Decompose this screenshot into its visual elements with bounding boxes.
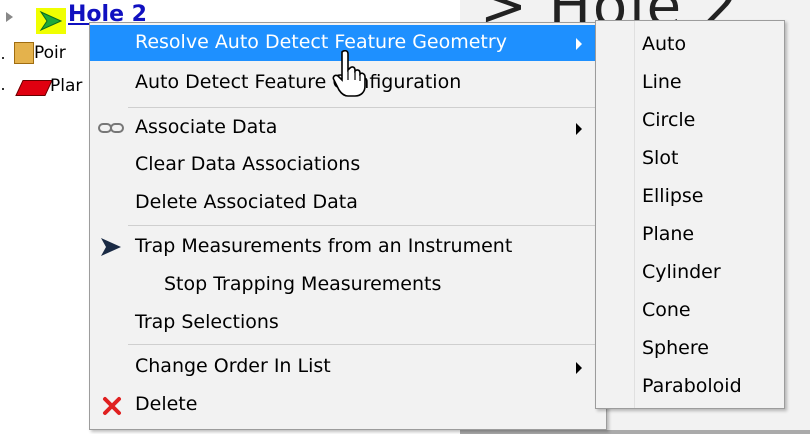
menu-item-clear-data-associations[interactable]: Clear Data Associations bbox=[90, 147, 604, 183]
menu-item-label: Delete Associated Data bbox=[135, 191, 358, 213]
delete-x-icon bbox=[102, 396, 122, 420]
submenu-item-label: Slot bbox=[642, 147, 679, 169]
submenu-item-label: Auto bbox=[642, 33, 687, 55]
menu-item-associate-data[interactable]: Associate Data bbox=[90, 110, 604, 146]
menu-item-change-order[interactable]: Change Order In List bbox=[90, 349, 604, 385]
plane-icon bbox=[15, 80, 53, 96]
menu-separator bbox=[128, 107, 602, 108]
submenu-item-label: Ellipse bbox=[642, 185, 704, 207]
submenu-item-circle[interactable]: Circle bbox=[596, 103, 784, 139]
background-panel-bottom-edge bbox=[460, 430, 810, 434]
points-folder-icon bbox=[14, 42, 34, 64]
menu-separator bbox=[128, 344, 602, 345]
menu-item-stop-trapping[interactable]: Stop Trapping Measurements bbox=[90, 267, 604, 303]
submenu-item-auto[interactable]: Auto bbox=[596, 27, 784, 63]
menu-separator bbox=[128, 225, 602, 226]
feature-arrow-icon bbox=[36, 8, 66, 34]
submenu-item-label: Line bbox=[642, 71, 682, 93]
submenu-item-sphere[interactable]: Sphere bbox=[596, 331, 784, 367]
submenu-item-line[interactable]: Line bbox=[596, 65, 784, 101]
menu-item-label: Stop Trapping Measurements bbox=[164, 273, 442, 295]
tree-dot bbox=[2, 57, 4, 59]
tree-item-points[interactable]: Poir bbox=[34, 43, 66, 63]
submenu-arrow-icon bbox=[576, 362, 582, 374]
submenu-item-label: Circle bbox=[642, 109, 696, 131]
submenu-item-paraboloid[interactable]: Paraboloid bbox=[596, 369, 784, 405]
submenu-arrow-icon bbox=[576, 123, 582, 135]
menu-item-delete[interactable]: Delete bbox=[90, 387, 604, 423]
menu-item-label: Delete bbox=[135, 393, 198, 415]
menu-item-label: Associate Data bbox=[135, 116, 278, 138]
submenu-item-label: Sphere bbox=[642, 337, 709, 359]
menu-item-label: Clear Data Associations bbox=[135, 153, 361, 175]
menu-item-label: Trap Measurements from an Instrument bbox=[135, 235, 513, 257]
submenu-item-cylinder[interactable]: Cylinder bbox=[596, 255, 784, 291]
tree-expander-icon[interactable] bbox=[6, 12, 13, 22]
tree-dot bbox=[2, 88, 4, 90]
submenu-item-label: Plane bbox=[642, 223, 695, 245]
link-icon bbox=[98, 120, 124, 139]
geometry-submenu: Auto Line Circle Slot Ellipse Plane Cyli… bbox=[595, 20, 785, 409]
tree-item-plane[interactable]: Plar bbox=[50, 76, 82, 96]
menu-item-label: Trap Selections bbox=[135, 311, 279, 333]
menu-item-trap-selections[interactable]: Trap Selections bbox=[90, 305, 604, 341]
menu-item-trap-measurements[interactable]: Trap Measurements from an Instrument bbox=[90, 229, 604, 265]
submenu-item-cone[interactable]: Cone bbox=[596, 293, 784, 329]
submenu-item-label: Cone bbox=[642, 299, 691, 321]
menu-item-delete-associated-data[interactable]: Delete Associated Data bbox=[90, 185, 604, 221]
play-arrow-icon bbox=[100, 237, 122, 261]
submenu-arrow-icon bbox=[576, 38, 582, 50]
submenu-item-label: Cylinder bbox=[642, 261, 721, 283]
submenu-item-label: Paraboloid bbox=[642, 375, 742, 397]
menu-item-label: Resolve Auto Detect Feature Geometry bbox=[135, 31, 507, 53]
submenu-item-plane[interactable]: Plane bbox=[596, 217, 784, 253]
menu-item-label: Change Order In List bbox=[135, 355, 331, 377]
menu-item-label: Auto Detect Feature Configuration bbox=[135, 71, 462, 93]
submenu-item-ellipse[interactable]: Ellipse bbox=[596, 179, 784, 215]
submenu-item-slot[interactable]: Slot bbox=[596, 141, 784, 177]
hand-cursor-icon bbox=[332, 49, 366, 102]
